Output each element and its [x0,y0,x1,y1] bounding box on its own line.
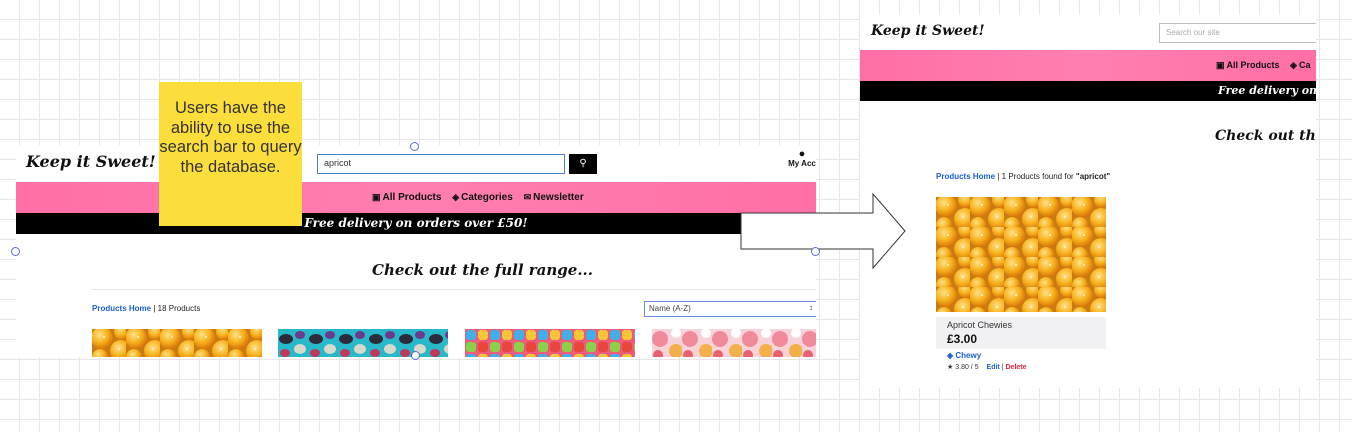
product-image-mix[interactable] [278,329,448,357]
selection-handle-bottom[interactable] [411,351,420,360]
product-count: | 18 Products [151,304,201,313]
search-query: "apricot" [1075,172,1111,181]
search-input[interactable]: Search our site [1159,23,1316,43]
user-icon: ● [798,148,806,160]
results-count: | 1 Products found for [995,172,1076,181]
search-button[interactable]: ⚲ [569,154,597,174]
selection-handle-left[interactable] [11,247,20,256]
nav-categories[interactable]: ◈ Categories [452,192,513,203]
delivery-banner: Free delivery on orders over £50! [16,213,816,234]
product-image-bears[interactable] [465,329,635,357]
brand-logo[interactable]: Keep it Sweet! [871,23,985,39]
category-link[interactable]: ◈ Chewy [947,351,1095,360]
selection-handle-right[interactable] [811,247,820,256]
product-price: £3.00 [947,332,978,346]
search-input[interactable]: apricot [317,154,565,174]
nav-newsletter[interactable]: ✉ Newsletter [524,192,584,203]
product-name[interactable]: Apricot Chewies [947,320,1095,330]
selection-handle-top[interactable] [410,142,419,151]
delete-link[interactable]: Delete [1006,364,1027,371]
select-arrows-icon: ↕ [809,303,813,312]
sort-select[interactable]: Name (A-Z) ↕ [644,301,816,317]
page-heading: Check out the f [1215,128,1316,144]
sort-value: Name (A-Z) [649,304,691,313]
product-image-pink[interactable] [652,329,816,357]
products-home-link[interactable]: Products Home [936,172,995,181]
nav-bar: ▣ All Products ◈ Ca [860,50,1316,81]
product-image[interactable] [936,197,1106,312]
breadcrumb: Products Home | 18 Products [92,304,200,313]
star-icon: ★ [947,364,954,371]
nav-bar: ▣ All Products ◈ Categories ✉ Newsletter [16,182,816,213]
tag-icon: ◈ [947,351,954,360]
tag-icon: ◈ [1290,60,1297,70]
nav-all-products[interactable]: ▣ All Products [1216,60,1280,70]
search-placeholder: Search our site [1166,28,1220,37]
product-image-apricot[interactable] [92,329,262,357]
breadcrumb: Products Home | 1 Products found for "ap… [936,172,1110,181]
boxes-icon: ▣ [372,192,381,202]
search-icon: ⚲ [579,158,587,169]
boxes-icon: ▣ [1216,60,1225,70]
divider [92,289,816,290]
flow-arrow-icon [740,192,906,270]
brand-logo[interactable]: Keep it Sweet! [26,152,156,171]
search-results-screenshot: Keep it Sweet! Search our site ▣ All Prod… [860,15,1316,388]
nav-categories[interactable]: ◈ Ca [1290,60,1310,70]
tag-icon: ◈ [452,192,460,202]
account-link[interactable]: ● My Acc [782,148,816,169]
account-label: My Acc [788,159,816,168]
edit-link[interactable]: Edit [987,364,1000,371]
search-page-screenshot: Keep it Sweet! apricot ⚲ ● My Acc ▣ All P… [16,145,816,357]
envelope-icon: ✉ [523,192,532,202]
page-heading: Check out the full range... [372,261,594,279]
nav-all-products[interactable]: ▣ All Products [372,192,441,203]
product-rating: ★ 3.80 / 5 Edit | Delete [947,364,1027,371]
delivery-banner: Free delivery on ord [860,81,1316,101]
products-home-link[interactable]: Products Home [92,304,151,313]
product-card[interactable]: Apricot Chewies £3.00 ◈ Chewy ★ 3.80 / 5… [936,197,1106,371]
annotation-sticky-note: Users have the ability to use the search… [159,82,302,226]
